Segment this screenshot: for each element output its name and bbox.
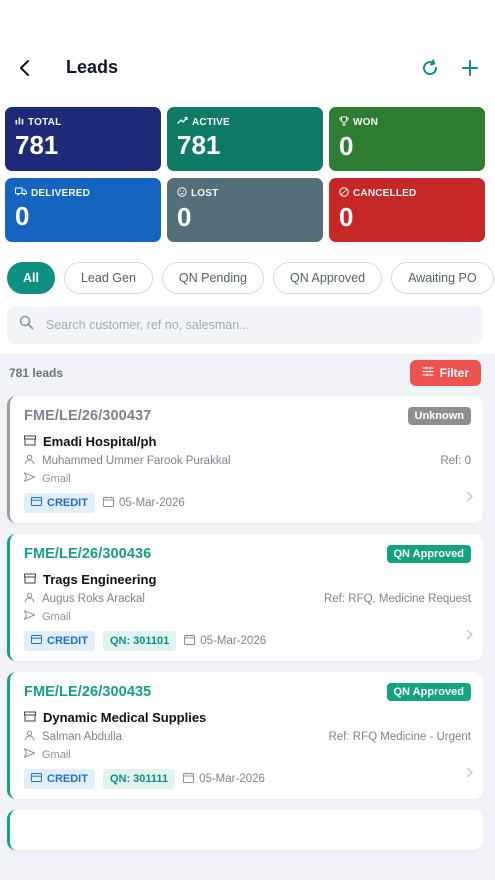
send-icon — [23, 471, 36, 485]
status-badge: QN Approved — [386, 545, 471, 563]
payment-pill: CREDIT — [24, 631, 95, 651]
cancel-icon — [339, 187, 349, 200]
store-icon — [24, 710, 36, 725]
send-icon — [23, 609, 36, 623]
status-filter-chips: All Lead Gen QN Pending QN Approved Awai… — [0, 248, 495, 304]
leads-screen: Leads TOTAL 781 ACTIVE 781 WON 0 DELIVER… — [0, 0, 495, 880]
customer-name: Trags Engineering — [43, 572, 157, 587]
chip-qn-approved[interactable]: QN Approved — [273, 262, 383, 294]
payment-label: CREDIT — [47, 635, 88, 647]
stat-value: 0 — [15, 201, 30, 231]
stat-value: 781 — [177, 130, 221, 160]
lead-list: FME/LE/26/300437 Unknown Emadi Hospital/… — [0, 392, 495, 850]
stat-card-lost[interactable]: LOST 0 — [167, 178, 323, 242]
lead-card[interactable]: FME/LE/26/300436 QN Approved Trags Engin… — [7, 534, 483, 661]
payment-pill: CREDIT — [24, 493, 95, 513]
stat-value: 0 — [339, 131, 354, 161]
trophy-icon — [339, 116, 349, 129]
lead-card[interactable]: FME/LE/26/300435 QN Approved Dynamic Med… — [7, 672, 483, 799]
stat-label: ACTIVE — [192, 116, 230, 128]
stat-card-cancelled[interactable]: CANCELLED 0 — [329, 178, 485, 242]
chevron-right-icon — [466, 627, 474, 645]
card-icon — [31, 773, 42, 785]
truck-icon — [15, 187, 27, 199]
chip-awaiting-po[interactable]: Awaiting PO — [391, 262, 494, 294]
lead-ref-number: FME/LE/26/300435 — [24, 684, 152, 700]
stat-label: CANCELLED — [353, 188, 417, 199]
list-toolbar: 781 leads Filter — [0, 354, 495, 392]
ref-note: Ref: RFQ Medicine - Urgent — [328, 731, 471, 743]
stat-value: 0 — [177, 202, 192, 232]
salesman-name: Augus Roks Arackal — [42, 593, 145, 605]
stat-label: DELIVERED — [31, 187, 91, 199]
user-icon — [24, 592, 35, 606]
chevron-right-icon — [466, 489, 474, 507]
lead-date: 05-Mar-2026 — [118, 497, 185, 509]
calendar-icon — [102, 496, 114, 510]
salesman-name: Salman Abdulla — [42, 731, 122, 743]
sliders-icon — [422, 366, 434, 380]
customer-name: Emadi Hospital/ph — [43, 434, 157, 449]
chip-qn-pending[interactable]: QN Pending — [161, 262, 265, 294]
app-header: Leads — [0, 40, 495, 95]
lead-count: 781 leads — [9, 366, 64, 380]
chip-all[interactable]: All — [7, 262, 55, 294]
lead-card-partial[interactable] — [7, 810, 483, 850]
status-badge: QN Approved — [386, 683, 471, 701]
lead-card[interactable]: FME/LE/26/300437 Unknown Emadi Hospital/… — [7, 396, 483, 523]
salesman-name: Muhammed Ummer Farook Purakkal — [42, 455, 231, 467]
ref-note: Ref: RFQ, Medicine Request — [323, 593, 471, 605]
sad-face-icon — [177, 187, 187, 200]
page-title: Leads — [66, 57, 119, 77]
trending-up-icon — [177, 116, 188, 128]
stat-label: LOST — [191, 188, 219, 199]
filter-label: Filter — [439, 366, 469, 380]
calendar-icon — [183, 772, 195, 786]
chevron-right-icon — [466, 765, 474, 783]
lead-date: 05-Mar-2026 — [199, 773, 265, 785]
back-arrow-icon[interactable] — [14, 58, 34, 78]
stat-label: WON — [353, 117, 379, 128]
card-icon — [31, 635, 42, 647]
store-icon — [24, 434, 36, 449]
user-icon — [24, 454, 35, 468]
refresh-icon[interactable] — [417, 55, 443, 81]
chip-lead-gen[interactable]: Lead Gen — [63, 262, 153, 294]
status-badge: Unknown — [407, 407, 471, 425]
status-bar-area — [0, 0, 495, 40]
customer-name: Dynamic Medical Supplies — [43, 710, 207, 725]
store-icon — [24, 572, 36, 587]
lead-source: Gmail — [42, 610, 71, 623]
stat-card-delivered[interactable]: DELIVERED 0 — [5, 178, 161, 242]
stat-card-won[interactable]: WON 0 — [329, 107, 485, 171]
ref-note: Ref: 0 — [440, 455, 471, 467]
quotation-number: QN: 301111 — [102, 769, 176, 789]
send-icon — [23, 747, 36, 761]
search-bar[interactable] — [7, 306, 483, 344]
lead-source: Gmail — [42, 472, 71, 485]
stats-grid: TOTAL 781 ACTIVE 781 WON 0 DELIVERED 0 L… — [0, 95, 495, 248]
calendar-icon — [184, 634, 196, 648]
search-icon — [19, 315, 34, 335]
card-icon — [31, 497, 42, 509]
stat-value: 0 — [339, 202, 354, 232]
lead-date: 05-Mar-2026 — [200, 635, 267, 647]
payment-label: CREDIT — [47, 773, 88, 785]
payment-pill: CREDIT — [24, 769, 95, 789]
bar-chart-icon — [15, 116, 24, 128]
lead-ref-number: FME/LE/26/300437 — [24, 408, 152, 424]
filter-button[interactable]: Filter — [409, 360, 481, 386]
add-icon[interactable] — [457, 55, 483, 81]
search-input[interactable] — [46, 318, 471, 332]
payment-label: CREDIT — [47, 497, 88, 509]
quotation-number: QN: 301101 — [102, 631, 177, 651]
stat-card-active[interactable]: ACTIVE 781 — [167, 107, 323, 171]
stat-value: 781 — [15, 130, 59, 160]
lead-ref-number: FME/LE/26/300436 — [24, 546, 152, 562]
stat-card-total[interactable]: TOTAL 781 — [5, 107, 161, 171]
user-icon — [24, 730, 35, 744]
lead-source: Gmail — [42, 748, 71, 761]
search-section — [0, 304, 495, 354]
stat-label: TOTAL — [28, 116, 62, 128]
